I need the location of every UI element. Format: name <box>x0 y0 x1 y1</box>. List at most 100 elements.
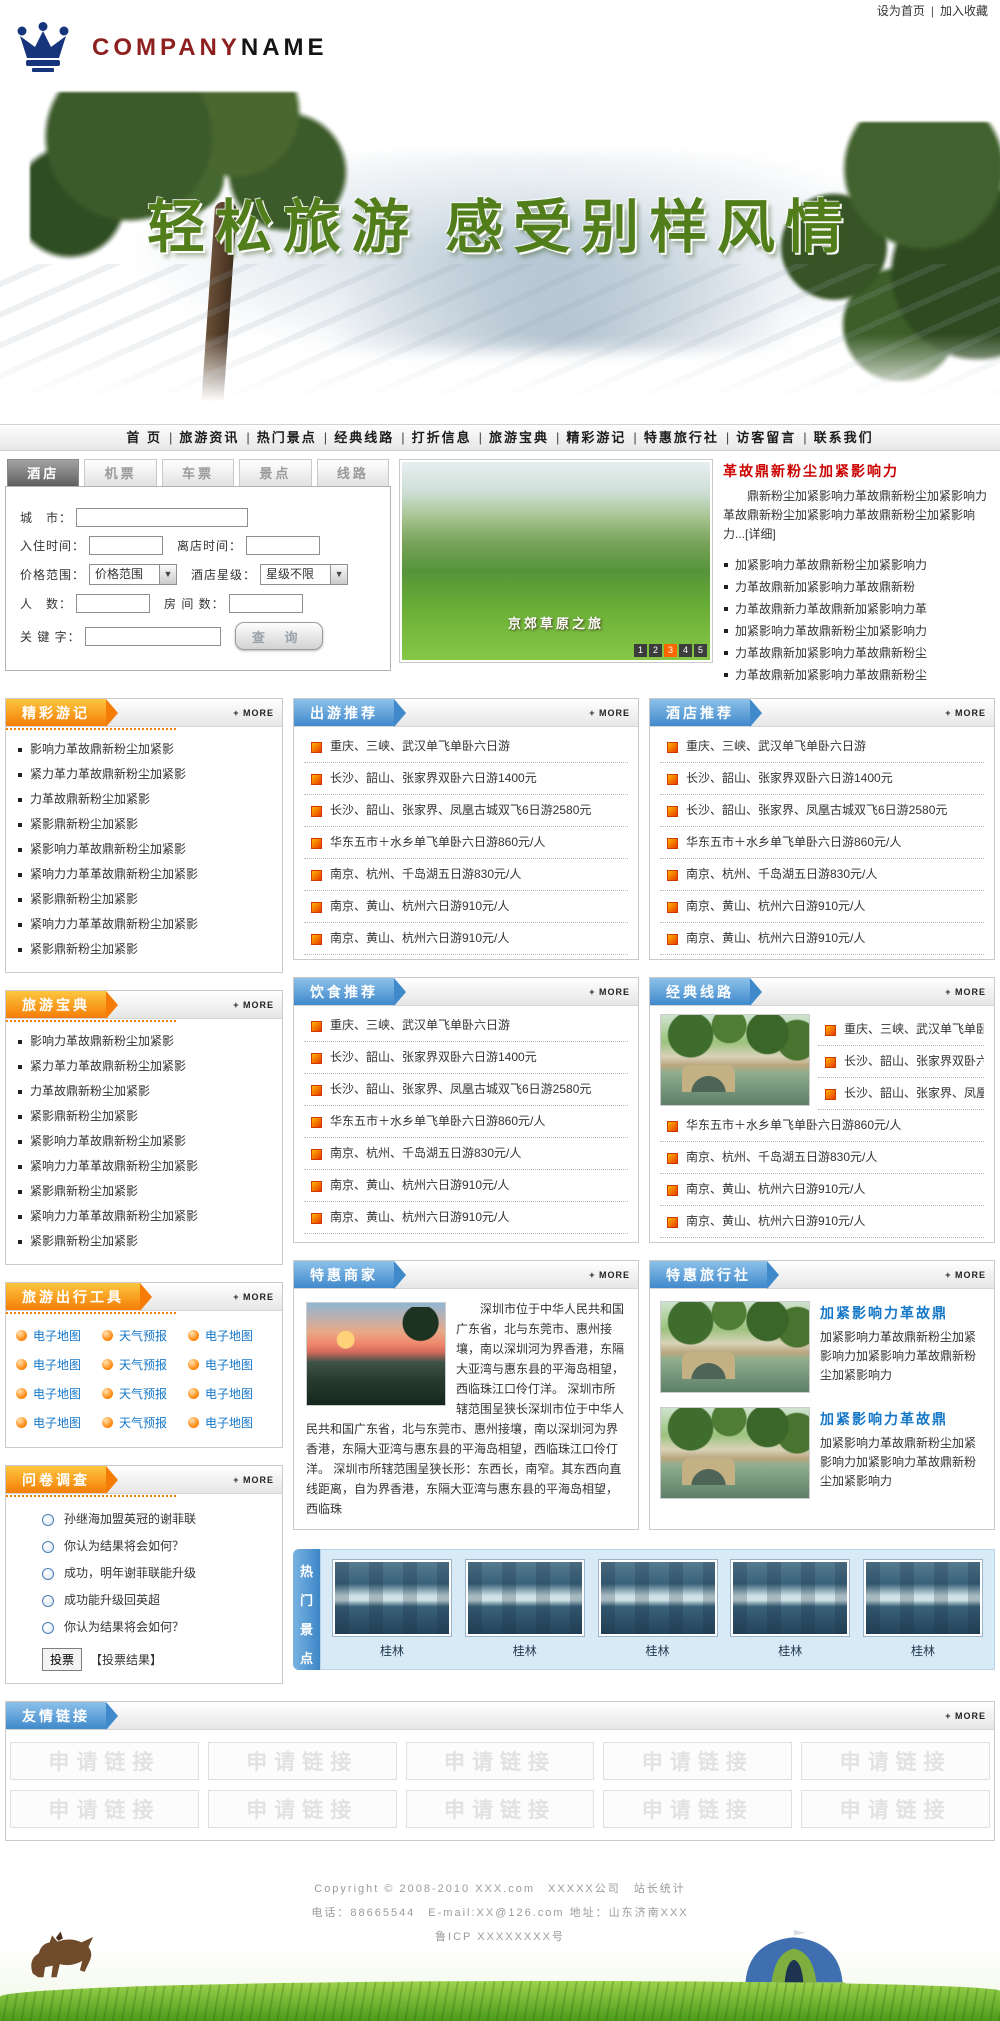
apply-link-slot[interactable]: 申请链接 <box>801 1790 990 1828</box>
checkin-input[interactable] <box>89 536 163 555</box>
tool-link[interactable]: 天气预报 <box>102 1356 186 1373</box>
more-link[interactable]: + MORE <box>233 699 282 726</box>
hot-spot-photo[interactable] <box>864 1560 982 1636</box>
list-item[interactable]: 紧响力力革革故鼎新粉尘加紧影 <box>16 912 272 937</box>
list-item[interactable]: 南京、杭州、千岛湖五日游830元/人 <box>304 1138 628 1170</box>
tool-link[interactable]: 电子地图 <box>16 1385 100 1402</box>
news-item[interactable]: 力革故鼎新加紧影响力革故鼎新粉尘 <box>723 664 993 686</box>
list-item[interactable]: 南京、杭州、千岛湖五日游830元/人 <box>660 859 984 891</box>
list-item[interactable]: 南京、黄山、杭州六日游910元/人 <box>304 923 628 955</box>
nav-item-contact[interactable]: 联系我们 <box>814 430 874 445</box>
people-input[interactable] <box>76 594 150 613</box>
list-item[interactable]: 长沙、韶山、张家界双卧六日游1400元 <box>818 1046 984 1078</box>
survey-option[interactable]: 孙继海加盟英冠的谢菲联 <box>42 1506 274 1533</box>
tab-route[interactable]: 线路 <box>317 459 389 486</box>
list-item[interactable]: 紧影鼎新粉尘加紧影 <box>16 887 272 912</box>
hot-spot-photo[interactable] <box>599 1560 717 1636</box>
radio-icon[interactable] <box>42 1514 54 1526</box>
list-item[interactable]: 重庆、三峡、武汉单飞单卧六日游 <box>818 1014 984 1046</box>
vote-button[interactable]: 投票 <box>42 1648 82 1671</box>
list-item[interactable]: 长沙、韶山、张家界双卧六日游1400元 <box>660 763 984 795</box>
list-item[interactable]: 长沙、韶山、张家界、凤凰古城双飞6日游2580元 <box>304 1074 628 1106</box>
list-item[interactable]: 紧响力力革革故鼎新粉尘加紧影 <box>16 1154 272 1179</box>
list-item[interactable]: 华东五市＋水乡单飞单卧六日游860元/人 <box>304 1106 628 1138</box>
more-link[interactable]: + MORE <box>589 1261 638 1288</box>
nav-item-guestbook[interactable]: 访客留言 <box>736 430 796 445</box>
apply-link-slot[interactable]: 申请链接 <box>406 1742 595 1780</box>
list-item[interactable]: 南京、杭州、千岛湖五日游830元/人 <box>660 1142 984 1174</box>
hot-spot-photo[interactable] <box>466 1560 584 1636</box>
list-item[interactable]: 华东五市＋水乡单飞单卧六日游860元/人 <box>304 827 628 859</box>
nav-item-travelogues[interactable]: 精彩游记 <box>566 430 626 445</box>
radio-icon[interactable] <box>42 1622 54 1634</box>
more-link[interactable]: + MORE <box>233 1283 282 1310</box>
survey-option[interactable]: 成功能升级回英超 <box>42 1587 274 1614</box>
tool-link[interactable]: 天气预报 <box>102 1327 186 1344</box>
hot-spot-photo[interactable] <box>333 1560 451 1636</box>
tab-scenic-spot[interactable]: 景点 <box>239 459 311 486</box>
tab-flight[interactable]: 机票 <box>84 459 156 486</box>
apply-link-slot[interactable]: 申请链接 <box>603 1742 792 1780</box>
survey-option[interactable]: 你认为结果将会如何？ <box>42 1614 274 1641</box>
list-item[interactable]: 力革故鼎新粉尘加紧影 <box>16 1079 272 1104</box>
apply-link-slot[interactable]: 申请链接 <box>10 1742 199 1780</box>
list-item[interactable]: 重庆、三峡、武汉单飞单卧六日游 <box>304 731 628 763</box>
list-item[interactable]: 南京、黄山、杭州六日游910元/人 <box>660 891 984 923</box>
list-item[interactable]: 长沙、韶山、张家界双卧六日游1400元 <box>304 1042 628 1074</box>
apply-link-slot[interactable]: 申请链接 <box>208 1742 397 1780</box>
tab-hotel[interactable]: 酒店 <box>7 459 79 486</box>
list-item[interactable]: 南京、杭州、千岛湖五日游830元/人 <box>304 859 628 891</box>
nav-item-home[interactable]: 首 页 <box>126 430 162 445</box>
list-item[interactable]: 紧影响力革故鼎新粉尘加紧影 <box>16 1129 272 1154</box>
pager-3-current[interactable]: 3 <box>664 644 677 657</box>
more-link[interactable]: + MORE <box>945 978 994 1005</box>
rooms-input[interactable] <box>229 594 303 613</box>
query-button[interactable]: 查 询 <box>235 622 323 650</box>
apply-link-slot[interactable]: 申请链接 <box>603 1790 792 1828</box>
list-item[interactable]: 南京、黄山、杭州六日游910元/人 <box>304 891 628 923</box>
more-link[interactable]: + MORE <box>589 978 638 1005</box>
list-item[interactable]: 南京、黄山、杭州六日游910元/人 <box>660 1174 984 1206</box>
keyword-input[interactable] <box>85 627 221 646</box>
tool-link[interactable]: 电子地图 <box>188 1327 272 1344</box>
news-headline[interactable]: 革故鼎新粉尘加紧影响力 <box>723 461 993 481</box>
survey-option[interactable]: 你认为结果将会如何？ <box>42 1533 274 1560</box>
list-item[interactable]: 力革故鼎新粉尘加紧影 <box>16 787 272 812</box>
list-item[interactable]: 华东五市＋水乡单飞单卧六日游860元/人 <box>660 1110 984 1142</box>
news-item[interactable]: 加紧影响力革故鼎新粉尘加紧影响力 <box>723 620 993 642</box>
more-link[interactable]: + MORE <box>945 699 994 726</box>
list-item[interactable]: 南京、黄山、杭州六日游910元/人 <box>304 1202 628 1234</box>
checkout-input[interactable] <box>246 536 320 555</box>
pager-5[interactable]: 5 <box>694 644 707 657</box>
list-item[interactable]: 紧响力力革革故鼎新粉尘加紧影 <box>16 1204 272 1229</box>
apply-link-slot[interactable]: 申请链接 <box>208 1790 397 1828</box>
list-item[interactable]: 南京、黄山、杭州六日游910元/人 <box>660 923 984 955</box>
tool-link[interactable]: 电子地图 <box>188 1414 272 1431</box>
nav-item-news[interactable]: 旅游资讯 <box>179 430 239 445</box>
more-link[interactable]: + MORE <box>945 1261 994 1288</box>
more-link[interactable]: + MORE <box>945 1702 994 1729</box>
survey-option[interactable]: 成功，明年谢菲联能升级 <box>42 1560 274 1587</box>
pager-1[interactable]: 1 <box>634 644 647 657</box>
list-item[interactable]: 长沙、韶山、张家界、凤凰古城双飞6日游2580元 <box>818 1078 984 1110</box>
radio-icon[interactable] <box>42 1595 54 1607</box>
apply-link-slot[interactable]: 申请链接 <box>801 1742 990 1780</box>
nav-item-guide[interactable]: 旅游宝典 <box>489 430 549 445</box>
list-item[interactable]: 紧响力力革革故鼎新粉尘加紧影 <box>16 862 272 887</box>
list-item[interactable]: 华东五市＋水乡单飞单卧六日游860元/人 <box>660 827 984 859</box>
pager-2[interactable]: 2 <box>649 644 662 657</box>
list-item[interactable]: 影响力革故鼎新粉尘加紧影 <box>16 1029 272 1054</box>
news-item[interactable]: 加紧影响力革故鼎新粉尘加紧影响力 <box>723 554 993 576</box>
more-link[interactable]: + MORE <box>589 699 638 726</box>
news-item[interactable]: 力革故鼎新力革故鼎新加紧影响力革 <box>723 598 993 620</box>
hotel-star-select[interactable]: 星级不限 ▼ <box>260 564 348 585</box>
agency-title[interactable]: 加紧影响力革故鼎 <box>820 1409 984 1429</box>
tool-link[interactable]: 天气预报 <box>102 1385 186 1402</box>
tool-link[interactable]: 电子地图 <box>16 1327 100 1344</box>
list-item[interactable]: 重庆、三峡、武汉单飞单卧六日游 <box>660 731 984 763</box>
tool-link[interactable]: 电子地图 <box>188 1385 272 1402</box>
apply-link-slot[interactable]: 申请链接 <box>10 1790 199 1828</box>
radio-icon[interactable] <box>42 1568 54 1580</box>
set-home-link[interactable]: 设为首页 <box>877 4 925 18</box>
nav-item-hot-spots[interactable]: 热门景点 <box>257 430 317 445</box>
